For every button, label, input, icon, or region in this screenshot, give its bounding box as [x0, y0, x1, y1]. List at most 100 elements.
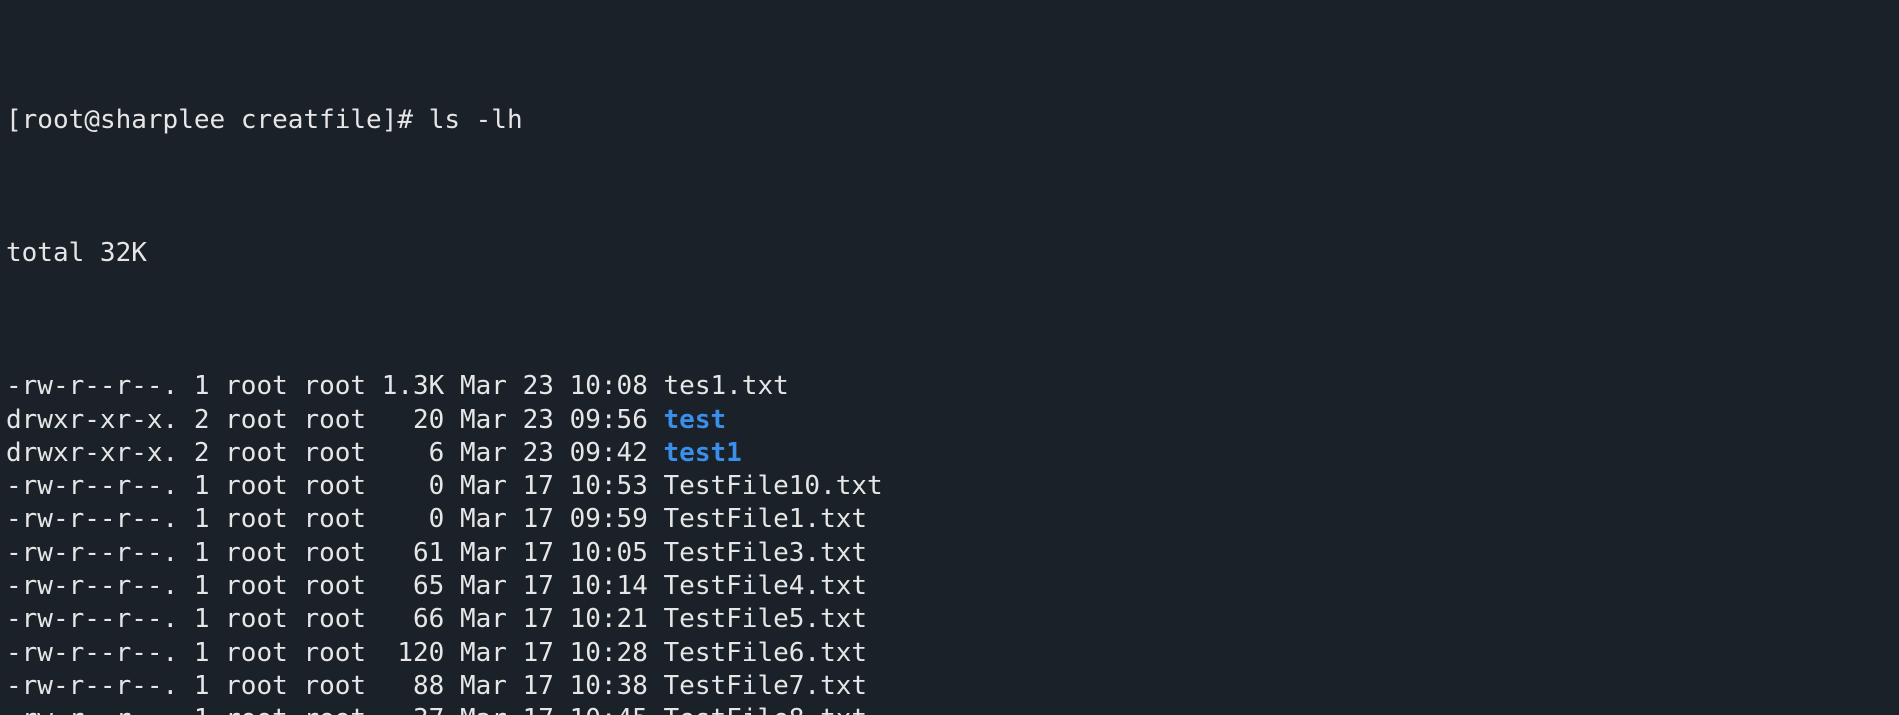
file-links: 1 [194, 671, 210, 701]
file-row: drwxr-xr-x. 2 root root 6 Mar 23 09:42 t… [6, 437, 1893, 470]
directory-name: test [664, 405, 727, 435]
file-row: -rw-r--r--. 1 root root 66 Mar 17 10:21 … [6, 603, 1893, 636]
file-month: Mar [460, 604, 507, 634]
file-owner: root [225, 638, 288, 668]
file-month: Mar [460, 438, 507, 468]
file-permissions: -rw-r--r--. [6, 538, 178, 568]
file-name: TestFile5.txt [664, 604, 868, 634]
prompt-line-1: [root@sharplee creatfile]# ls -lh [6, 104, 1893, 137]
file-links: 1 [194, 471, 210, 501]
file-time: 09:42 [570, 438, 648, 468]
file-time: 10:38 [570, 671, 648, 701]
file-day: 23 [523, 438, 554, 468]
file-month: Mar [460, 638, 507, 668]
terminal[interactable]: [root@sharplee creatfile]# ls -lh total … [0, 0, 1899, 715]
file-month: Mar [460, 704, 507, 715]
file-group: root [303, 638, 366, 668]
file-owner: root [225, 471, 288, 501]
file-size: 37 [382, 704, 445, 715]
file-size: 61 [382, 538, 445, 568]
file-owner: root [225, 504, 288, 534]
file-permissions: drwxr-xr-x. [6, 405, 178, 435]
file-links: 1 [194, 504, 210, 534]
file-size: 6 [382, 438, 445, 468]
file-month: Mar [460, 504, 507, 534]
file-group: root [303, 704, 366, 715]
file-row: -rw-r--r--. 1 root root 0 Mar 17 10:53 T… [6, 470, 1893, 503]
file-time: 10:08 [570, 371, 648, 401]
file-month: Mar [460, 471, 507, 501]
file-permissions: -rw-r--r--. [6, 638, 178, 668]
file-group: root [303, 604, 366, 634]
file-time: 09:56 [570, 405, 648, 435]
file-group: root [303, 504, 366, 534]
file-day: 23 [523, 371, 554, 401]
prompt-user: root [22, 105, 85, 135]
file-time: 10:14 [570, 571, 648, 601]
file-links: 1 [194, 638, 210, 668]
file-name: TestFile3.txt [664, 538, 868, 568]
file-links: 2 [194, 405, 210, 435]
file-group: root [303, 571, 366, 601]
file-links: 1 [194, 538, 210, 568]
file-list: -rw-r--r--. 1 root root 1.3K Mar 23 10:0… [6, 370, 1893, 715]
file-owner: root [225, 604, 288, 634]
file-permissions: drwxr-xr-x. [6, 438, 178, 468]
prompt-symbol: # [397, 105, 413, 135]
file-owner: root [225, 371, 288, 401]
file-day: 17 [523, 704, 554, 715]
total-line: total 32K [6, 237, 1893, 270]
file-permissions: -rw-r--r--. [6, 371, 178, 401]
file-group: root [303, 438, 366, 468]
prompt-host: sharplee [100, 105, 225, 135]
prompt-at: @ [84, 105, 100, 135]
file-day: 17 [523, 538, 554, 568]
file-size: 0 [382, 504, 445, 534]
prompt-open-bracket: [ [6, 105, 22, 135]
file-owner: root [225, 671, 288, 701]
file-name: TestFile4.txt [664, 571, 868, 601]
file-month: Mar [460, 371, 507, 401]
file-permissions: -rw-r--r--. [6, 604, 178, 634]
file-month: Mar [460, 538, 507, 568]
file-owner: root [225, 704, 288, 715]
file-name: TestFile7.txt [664, 671, 868, 701]
file-links: 1 [194, 371, 210, 401]
file-row: -rw-r--r--. 1 root root 88 Mar 17 10:38 … [6, 670, 1893, 703]
prompt-cwd: creatfile [241, 105, 382, 135]
file-owner: root [225, 538, 288, 568]
file-day: 17 [523, 504, 554, 534]
file-permissions: -rw-r--r--. [6, 571, 178, 601]
file-month: Mar [460, 405, 507, 435]
file-row: -rw-r--r--. 1 root root 37 Mar 17 10:45 … [6, 703, 1893, 715]
file-size: 65 [382, 571, 445, 601]
file-time: 10:05 [570, 538, 648, 568]
file-links: 1 [194, 604, 210, 634]
file-row: -rw-r--r--. 1 root root 65 Mar 17 10:14 … [6, 570, 1893, 603]
file-day: 17 [523, 638, 554, 668]
file-row: -rw-r--r--. 1 root root 120 Mar 17 10:28… [6, 637, 1893, 670]
file-permissions: -rw-r--r--. [6, 471, 178, 501]
file-time: 10:28 [570, 638, 648, 668]
file-owner: root [225, 405, 288, 435]
file-size: 0 [382, 471, 445, 501]
file-time: 10:53 [570, 471, 648, 501]
file-size: 1.3K [382, 371, 445, 401]
file-group: root [303, 371, 366, 401]
file-row: -rw-r--r--. 1 root root 61 Mar 17 10:05 … [6, 537, 1893, 570]
file-name: TestFile10.txt [664, 471, 883, 501]
file-day: 17 [523, 471, 554, 501]
file-row: -rw-r--r--. 1 root root 1.3K Mar 23 10:0… [6, 370, 1893, 403]
file-size: 88 [382, 671, 445, 701]
file-day: 17 [523, 671, 554, 701]
file-permissions: -rw-r--r--. [6, 671, 178, 701]
file-permissions: -rw-r--r--. [6, 504, 178, 534]
file-month: Mar [460, 571, 507, 601]
file-day: 17 [523, 571, 554, 601]
file-size: 120 [382, 638, 445, 668]
file-name: TestFile8.txt [664, 704, 868, 715]
file-size: 66 [382, 604, 445, 634]
file-owner: root [225, 438, 288, 468]
file-time: 10:21 [570, 604, 648, 634]
file-permissions: -rw-r--r--. [6, 704, 178, 715]
